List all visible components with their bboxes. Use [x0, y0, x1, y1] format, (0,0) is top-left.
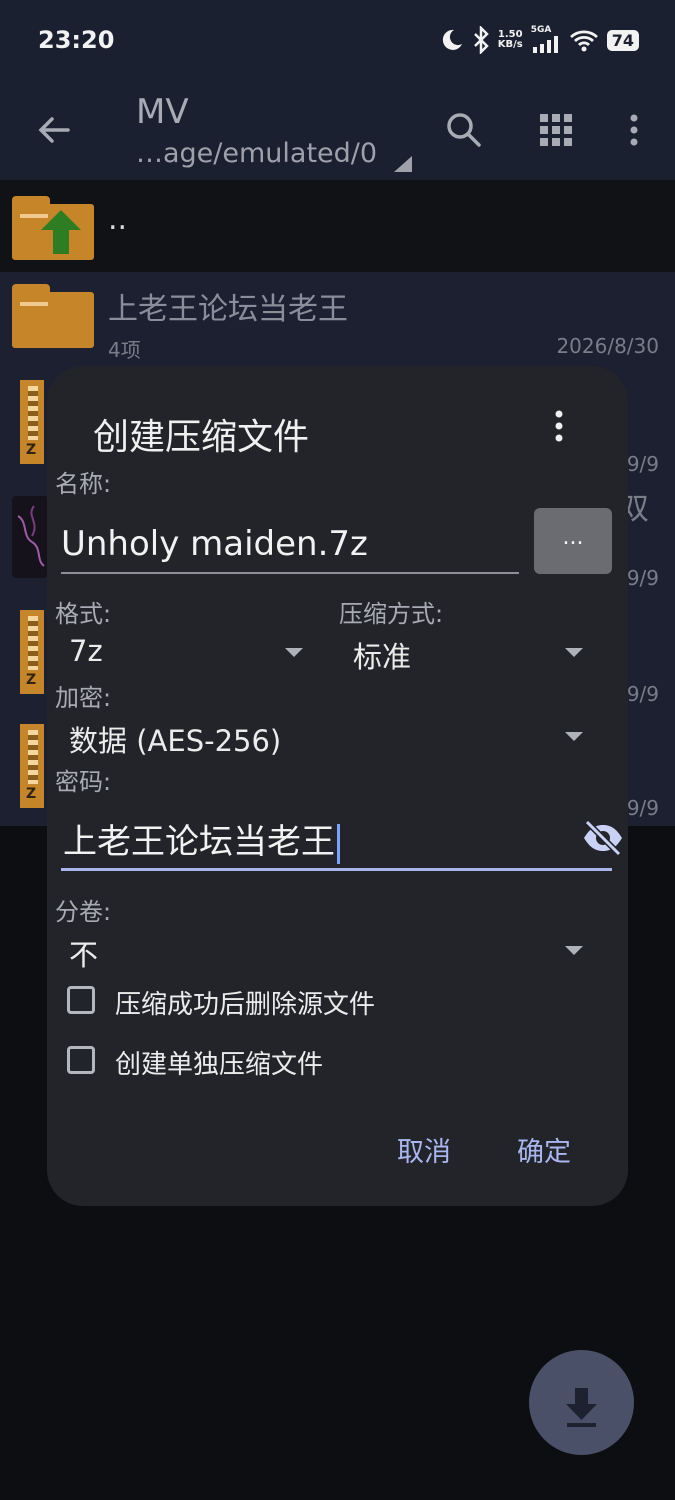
app-bar: MV …age/emulated/0 — [0, 84, 675, 180]
split-label: 分卷: — [55, 898, 112, 926]
password-text: 上老王论坛当老王 — [63, 822, 335, 862]
browse-button[interactable]: ... — [534, 508, 612, 574]
file-date: 9/9 — [626, 566, 659, 590]
zip-file-icon[interactable]: Z — [20, 380, 44, 464]
format-value: 7z — [69, 634, 103, 668]
folder-icon — [12, 284, 94, 348]
file-date: 9/9 — [626, 682, 659, 706]
signal-bars-icon — [532, 36, 558, 53]
compression-method-dropdown[interactable]: 标准 — [339, 628, 589, 676]
folder-name: 上老王论坛当老王 — [108, 292, 348, 327]
format-dropdown-icon — [285, 648, 303, 657]
zip-file-icon[interactable]: Z — [20, 610, 44, 694]
list-item-folder[interactable]: 上老王论坛当老王 4项 2026/8/30 — [0, 272, 675, 368]
battery-indicator: 74 — [606, 29, 639, 51]
signal-label: 5GA — [530, 25, 552, 35]
folder-up-icon — [12, 196, 94, 260]
bluetooth-icon — [473, 26, 489, 54]
name-label: 名称: — [55, 470, 112, 498]
delete-source-label[interactable]: 压缩成功后删除源文件 — [115, 984, 375, 1021]
split-value: 不 — [69, 938, 99, 972]
dialog-more-icon[interactable] — [547, 406, 571, 446]
back-arrow-icon[interactable] — [34, 110, 74, 150]
wifi-icon — [569, 30, 598, 52]
create-archive-dialog: 创建压缩文件 名称: ... 格式: 7z 压缩方式: 标准 加密: 数据 (A… — [47, 366, 628, 1206]
separate-archives-checkbox[interactable] — [67, 1046, 95, 1074]
split-dropdown-icon — [565, 946, 583, 955]
folder-item-count: 4项 — [108, 338, 141, 362]
file-date: 9/9 — [626, 452, 659, 476]
encryption-label: 加密: — [55, 684, 112, 712]
encryption-value: 数据 (AES-256) — [69, 724, 282, 758]
net-speed: 1.50 KB/s — [498, 30, 523, 50]
moon-icon — [442, 29, 462, 50]
cell-signal: 5GA — [530, 25, 561, 53]
encryption-dropdown-icon — [565, 732, 583, 741]
split-volume-dropdown[interactable]: 不 — [55, 926, 589, 974]
status-bar: 23:20 1.50 KB/s 5GA 74 — [0, 0, 675, 84]
page-title: MV — [136, 92, 189, 132]
format-dropdown[interactable]: 7z — [55, 628, 305, 676]
dialog-title: 创建压缩文件 — [93, 417, 310, 458]
file-date: 9/9 — [626, 796, 659, 820]
method-value: 标准 — [353, 640, 412, 674]
visibility-off-icon[interactable] — [581, 818, 625, 858]
search-icon[interactable] — [444, 110, 484, 150]
delete-source-checkbox[interactable] — [67, 986, 95, 1014]
zip-file-icon[interactable]: Z — [20, 724, 44, 808]
more-options-icon[interactable] — [614, 110, 654, 150]
path-breadcrumb[interactable]: …age/emulated/0 — [136, 138, 377, 169]
download-fab[interactable] — [529, 1350, 634, 1455]
net-speed-unit: KB/s — [497, 39, 523, 50]
format-label: 格式: — [55, 600, 112, 628]
separate-archives-label[interactable]: 创建单独压缩文件 — [115, 1044, 323, 1081]
path-dropdown-icon[interactable] — [394, 156, 412, 172]
archive-name-input[interactable] — [61, 516, 519, 574]
method-dropdown-icon — [565, 648, 583, 657]
status-time: 23:20 — [38, 26, 115, 54]
status-icons: 1.50 KB/s 5GA 74 — [440, 25, 639, 54]
video-thumbnail[interactable] — [12, 496, 48, 578]
download-icon — [566, 1388, 597, 1427]
cancel-button[interactable]: 取消 — [397, 1130, 451, 1169]
password-input[interactable]: 上老王论坛当老王 — [61, 810, 622, 871]
folder-date: 2026/8/30 — [556, 334, 659, 358]
method-label: 压缩方式: — [339, 600, 444, 628]
grid-view-icon[interactable] — [536, 110, 576, 150]
password-label: 密码: — [55, 768, 112, 796]
text-cursor — [337, 823, 340, 864]
parent-folder-label: .. — [108, 202, 128, 237]
encryption-dropdown[interactable]: 数据 (AES-256) — [55, 712, 589, 760]
parent-folder-row[interactable]: .. — [0, 180, 675, 272]
ok-button[interactable]: 确定 — [517, 1130, 571, 1169]
